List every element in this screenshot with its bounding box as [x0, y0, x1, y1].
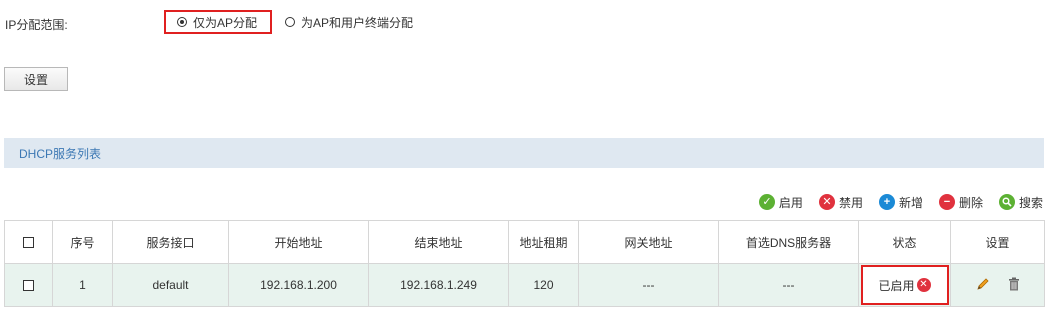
- cell-dns: ---: [718, 263, 859, 307]
- header-index: 序号: [52, 220, 113, 264]
- cell-index: 1: [52, 263, 113, 307]
- disable-status-icon[interactable]: ✕: [916, 278, 931, 292]
- enable-label: 启用: [778, 195, 803, 210]
- trash-icon[interactable]: [1008, 277, 1020, 294]
- cell-start-address: 192.168.1.200: [228, 263, 369, 307]
- minus-icon: −: [938, 194, 955, 210]
- cell-status: 已启用 ✕: [858, 263, 951, 307]
- radio-ap-only[interactable]: 仅为AP分配: [164, 10, 272, 34]
- cell-actions: [950, 263, 1045, 307]
- table-row: 1 default 192.168.1.200 192.168.1.249 12…: [4, 263, 1045, 307]
- cell-interface: default: [112, 263, 229, 307]
- search-label: 搜索: [1018, 195, 1043, 210]
- header-end-address: 结束地址: [368, 220, 509, 264]
- cell-gateway: ---: [578, 263, 719, 307]
- radio-selected-icon[interactable]: [177, 17, 187, 27]
- ip-range-label: IP分配范围:: [5, 18, 68, 32]
- table-toolbar: ✓ 启用 ✕ 禁用 + 新增 − 删除 搜索: [758, 192, 1043, 212]
- check-icon: ✓: [758, 194, 775, 210]
- table-header-row: 序号 服务接口 开始地址 结束地址 地址租期 网关地址 首选DNS服务器 状态 …: [4, 220, 1045, 264]
- search-icon: [998, 194, 1015, 210]
- cell-end-address: 192.168.1.249: [368, 263, 509, 307]
- select-all-checkbox[interactable]: [23, 237, 34, 249]
- status-text: 已启用: [878, 278, 915, 293]
- header-start-address: 开始地址: [228, 220, 369, 264]
- radio-ap-and-clients[interactable]: 为AP和用户终端分配: [285, 10, 413, 34]
- header-status: 状态: [858, 220, 951, 264]
- header-select-all[interactable]: [4, 220, 53, 264]
- radio-ap-only-label: 仅为AP分配: [193, 15, 258, 30]
- header-dns: 首选DNS服务器: [718, 220, 859, 264]
- delete-label: 删除: [958, 195, 983, 210]
- edit-icon[interactable]: [976, 277, 990, 294]
- header-settings: 设置: [950, 220, 1045, 264]
- disable-label: 禁用: [838, 195, 863, 210]
- header-interface: 服务接口: [112, 220, 229, 264]
- status-highlight-box: 已启用 ✕: [860, 265, 949, 305]
- radio-ap-and-clients-label: 为AP和用户终端分配: [301, 15, 414, 30]
- close-icon: ✕: [818, 194, 835, 210]
- disable-button[interactable]: ✕ 禁用: [818, 194, 863, 211]
- search-button[interactable]: 搜索: [998, 194, 1043, 211]
- delete-button[interactable]: − 删除: [938, 194, 983, 211]
- header-lease: 地址租期: [508, 220, 579, 264]
- enable-button[interactable]: ✓ 启用: [758, 194, 803, 211]
- section-title: DHCP服务列表: [19, 146, 102, 161]
- radio-unselected-icon[interactable]: [285, 17, 295, 27]
- row-select-cell[interactable]: [4, 263, 53, 307]
- cell-lease: 120: [508, 263, 579, 307]
- row-checkbox[interactable]: [23, 280, 34, 292]
- setting-button[interactable]: 设置: [4, 67, 68, 91]
- dhcp-service-table: 序号 服务接口 开始地址 结束地址 地址租期 网关地址 首选DNS服务器 状态 …: [4, 220, 1045, 307]
- section-header-dhcp-list: DHCP服务列表: [4, 138, 1044, 168]
- header-gateway: 网关地址: [578, 220, 719, 264]
- add-button[interactable]: + 新增: [878, 194, 923, 211]
- add-label: 新增: [898, 195, 923, 210]
- plus-icon: +: [878, 194, 895, 210]
